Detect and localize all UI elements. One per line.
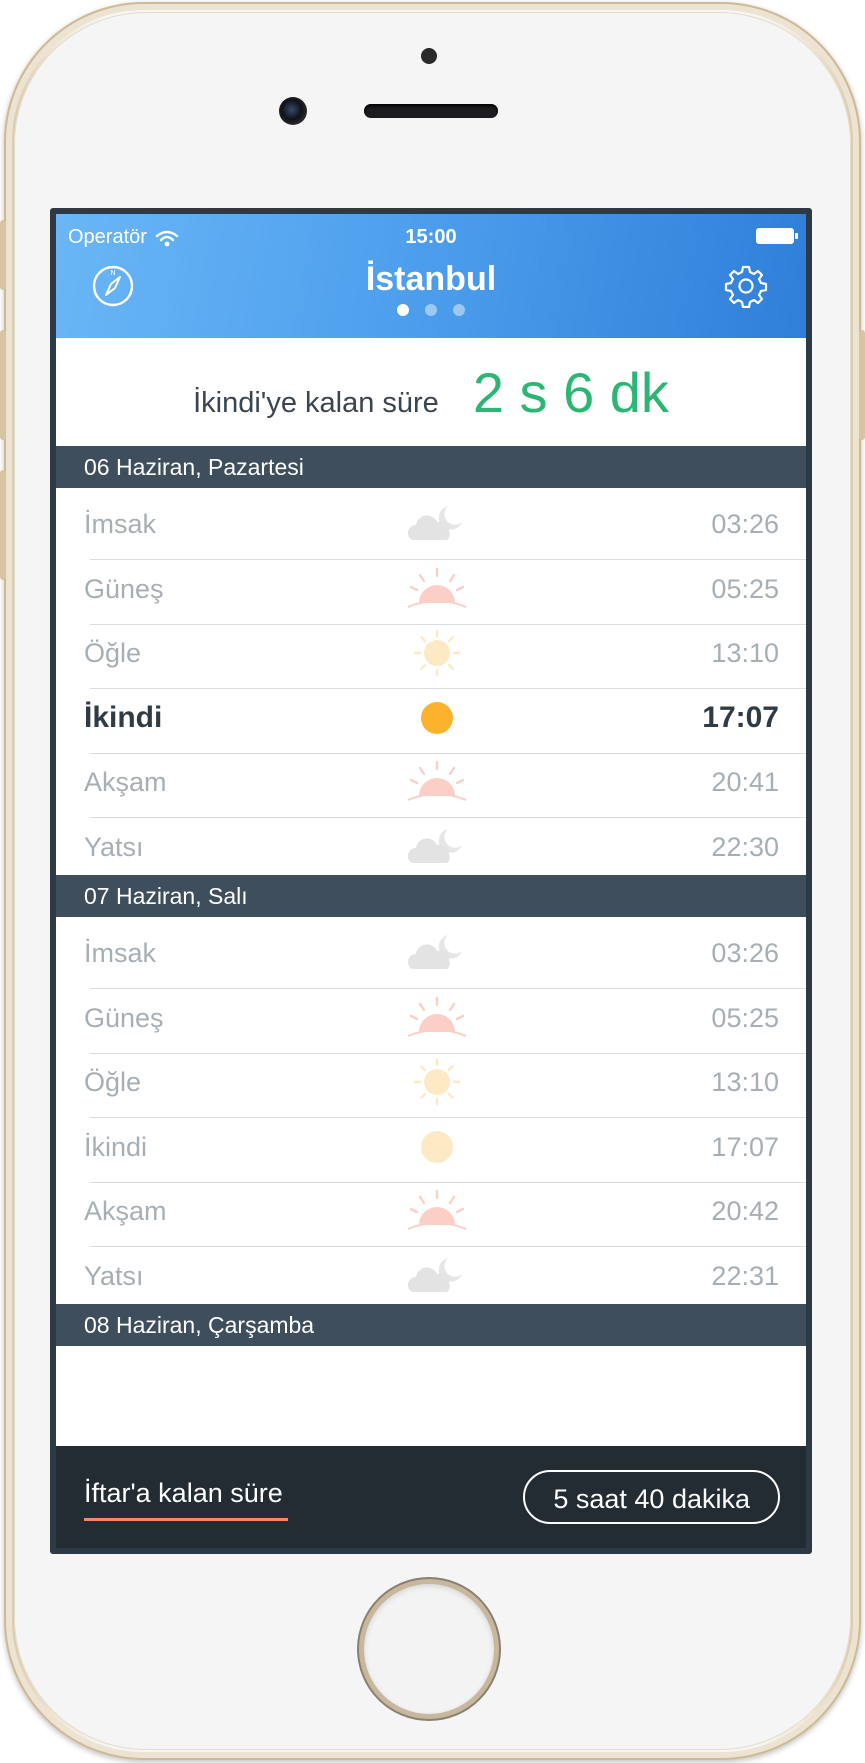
app-header: Operatör 15:00 İstanbul N: [56, 214, 806, 338]
prayer-name: Öğle: [84, 638, 142, 668]
day-header: 06 Haziran, Pazartesi: [56, 446, 806, 488]
mute-switch: [0, 220, 6, 290]
prayer-time: 17:07: [702, 700, 779, 734]
prayer-time: 17:07: [711, 1131, 779, 1162]
iftar-countdown-pill[interactable]: 5 saat 40 dakika: [523, 1470, 780, 1524]
volume-up-button: [0, 330, 6, 440]
prayer-time: 05:25: [711, 1002, 779, 1033]
next-prayer-countdown: İkindi'ye kalan süre 2 s 6 dk: [56, 338, 806, 446]
home-button[interactable]: [364, 1584, 494, 1714]
settings-gear-icon[interactable]: [724, 264, 768, 308]
prayer-time: 03:26: [711, 509, 779, 539]
prayer-time: 05:25: [711, 573, 779, 604]
prayer-time: 13:10: [711, 1067, 779, 1097]
prayer-time: 20:42: [711, 1196, 779, 1226]
prayer-row[interactable]: Akşam 20:42: [56, 1175, 806, 1247]
battery-icon: [756, 228, 798, 244]
prayer-row[interactable]: İkindi 17:07: [56, 682, 806, 754]
page-indicator[interactable]: [56, 304, 806, 316]
day-header: 08 Haziran, Çarşamba: [56, 1304, 806, 1346]
page-dot[interactable]: [425, 304, 437, 316]
moon-cloud-icon: [407, 1257, 462, 1292]
prayer-time: 03:26: [711, 938, 779, 968]
prayer-name: Güneş: [84, 1002, 164, 1033]
iftar-underline: [84, 1518, 288, 1521]
countdown-label: İkindi'ye kalan süre: [193, 386, 439, 419]
city-title[interactable]: İstanbul: [56, 260, 806, 299]
page-dot[interactable]: [397, 304, 409, 316]
sun-disc-icon: [421, 701, 453, 734]
prayer-time: 13:10: [711, 638, 779, 668]
day-header: 07 Haziran, Salı: [56, 875, 806, 917]
screen: Operatör 15:00 İstanbul N İkindi'ye kala…: [50, 208, 812, 1554]
svg-text:N: N: [110, 269, 115, 277]
prayer-name: Akşam: [84, 1196, 167, 1226]
compass-icon[interactable]: N: [91, 264, 135, 308]
prayer-row[interactable]: Yatsı 22:31: [56, 1240, 806, 1312]
iftar-footer: İftar'a kalan süre 5 saat 40 dakika: [56, 1446, 806, 1548]
sunset-icon: [407, 760, 467, 801]
power-button: [859, 330, 865, 440]
prayer-row[interactable]: Güneş 05:25: [56, 553, 806, 625]
sun-icon: [413, 1058, 461, 1106]
proximity-sensor: [421, 48, 437, 64]
prayer-name: Akşam: [84, 767, 167, 797]
prayer-row[interactable]: İmsak 03:26: [56, 917, 806, 989]
prayer-time: 22:30: [711, 831, 779, 862]
prayer-row[interactable]: İmsak 03:26: [56, 488, 806, 560]
prayer-time: 22:31: [711, 1260, 779, 1291]
prayer-name: Güneş: [84, 573, 164, 604]
prayer-time: 20:41: [711, 767, 779, 797]
page-dot[interactable]: [453, 304, 465, 316]
app-display: Operatör 15:00 İstanbul N İkindi'ye kala…: [56, 214, 806, 1548]
moon-cloud-icon: [407, 506, 462, 540]
prayer-name: İmsak: [84, 938, 157, 968]
prayer-name: İmsak: [84, 509, 157, 539]
prayer-row[interactable]: İkindi 17:07: [56, 1111, 806, 1183]
moon-cloud-icon: [407, 828, 462, 863]
prayer-row[interactable]: Güneş 05:25: [56, 982, 806, 1054]
prayer-row[interactable]: Akşam 20:41: [56, 746, 806, 818]
moon-cloud-icon: [407, 935, 462, 969]
volume-down-button: [0, 470, 6, 580]
prayer-name: İkindi: [84, 1131, 148, 1162]
sun-disc-icon: [421, 1130, 453, 1163]
prayer-row[interactable]: Yatsı 22:30: [56, 811, 806, 883]
iftar-label[interactable]: İftar'a kalan süre: [84, 1478, 283, 1509]
prayer-row[interactable]: Öğle 13:10: [56, 617, 806, 689]
sunrise-icon: [407, 996, 467, 1037]
sunset-icon: [407, 1189, 467, 1230]
prayer-row[interactable]: Öğle 13:10: [56, 1046, 806, 1118]
prayer-name: Yatsı: [84, 831, 144, 862]
countdown-value: 2 s 6 dk: [472, 360, 669, 424]
prayer-name: Yatsı: [84, 1260, 144, 1291]
earpiece-speaker: [364, 104, 498, 118]
prayer-name: Öğle: [84, 1067, 142, 1097]
status-time: 15:00: [405, 226, 457, 248]
front-camera: [279, 97, 307, 125]
sunrise-icon: [407, 567, 467, 608]
prayer-name: İkindi: [84, 700, 163, 734]
sun-icon: [413, 629, 461, 677]
